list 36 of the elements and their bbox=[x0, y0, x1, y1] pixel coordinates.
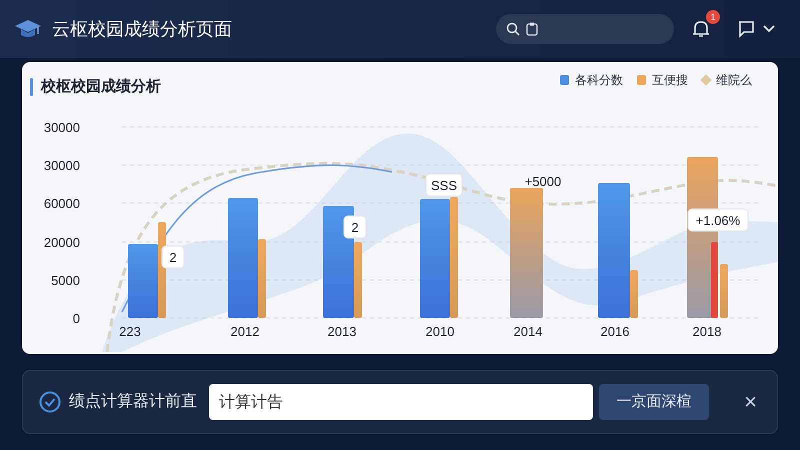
calculator-label: 绩点计算器计前直 bbox=[69, 392, 197, 412]
chevron-down-icon[interactable] bbox=[762, 24, 776, 34]
value-callout: +1.06% bbox=[688, 208, 748, 232]
chart-title: 校枢校园成绩分析 bbox=[41, 76, 161, 97]
x-axis-label: 2018 bbox=[692, 324, 722, 339]
value-callout: 2 bbox=[344, 216, 366, 238]
x-axis-label: 223 bbox=[119, 324, 141, 339]
y-axis-label: 30000 bbox=[44, 158, 80, 173]
input-field[interactable]: 计算计告 bbox=[209, 384, 593, 420]
x-axis-label: 2016 bbox=[600, 324, 630, 339]
y-axis-label: 60000 bbox=[44, 196, 80, 211]
legend-label: 互便搜 bbox=[652, 72, 688, 89]
x-axis-label: 2013 bbox=[328, 324, 356, 339]
bar bbox=[720, 264, 728, 318]
bell-icon[interactable] bbox=[691, 19, 711, 39]
legend-label: 维院么 bbox=[716, 72, 752, 89]
close-button[interactable]: × bbox=[744, 391, 757, 413]
notification-badge: 1 bbox=[706, 10, 720, 24]
value-callout: SSS bbox=[426, 174, 462, 196]
x-axis-label: 2012 bbox=[230, 324, 260, 339]
check-circle-icon[interactable] bbox=[39, 391, 61, 413]
y-axis-label: 20000 bbox=[44, 235, 80, 250]
y-axis-label: 0 bbox=[72, 311, 80, 326]
y-axis-label: 5000 bbox=[51, 273, 80, 288]
x-axis-label: 2010 bbox=[426, 324, 454, 339]
value-callout: 2 bbox=[162, 246, 184, 268]
title-accent-bar bbox=[30, 78, 33, 96]
value-label: +5000 bbox=[524, 174, 562, 189]
y-axis-label: 30000 bbox=[44, 120, 80, 135]
search-icon bbox=[506, 22, 520, 36]
page-title: 云枢校园成绩分析页面 bbox=[52, 18, 232, 40]
clipboard-icon[interactable] bbox=[526, 22, 538, 36]
search-field[interactable] bbox=[496, 14, 674, 44]
x-axis-label: 2014 bbox=[514, 324, 542, 339]
submit-button[interactable]: 一京面深楦 bbox=[599, 384, 709, 420]
legend-label: 各科分数 bbox=[575, 72, 623, 89]
